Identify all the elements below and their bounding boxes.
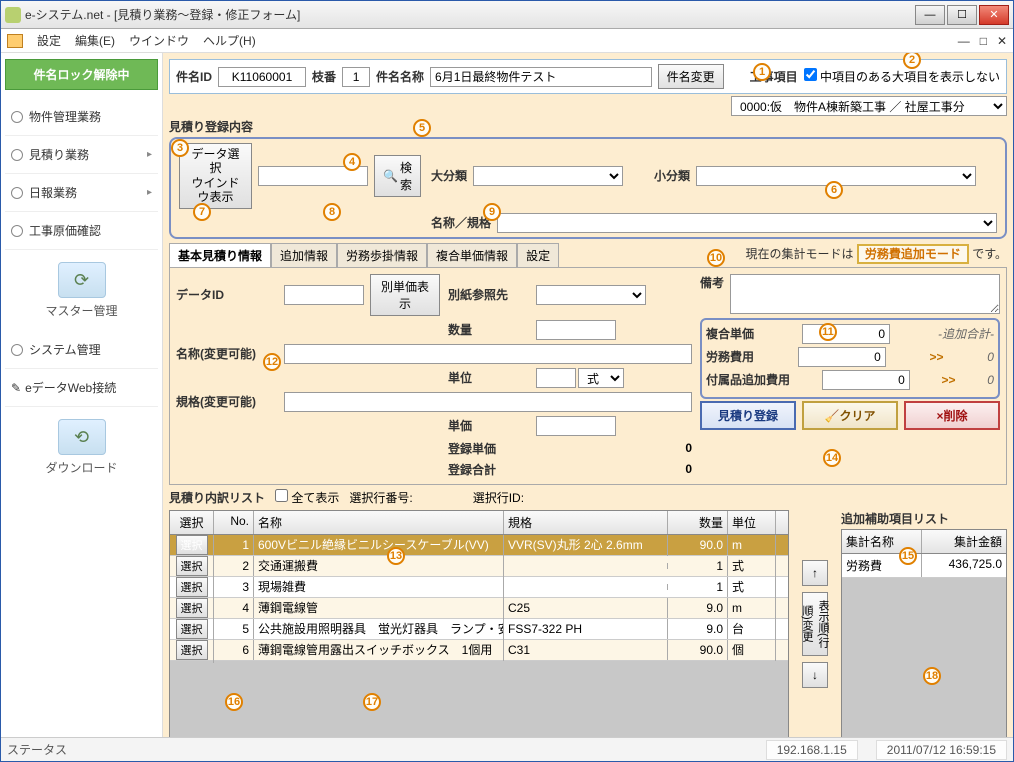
minimize-button[interactable]: — <box>915 5 945 25</box>
nav-daily[interactable]: 日報業務▸ <box>5 174 158 212</box>
acc-value: 0 <box>822 370 910 390</box>
tab-comp[interactable]: 複合単価情報 <box>427 243 517 267</box>
nav-master[interactable]: ⟳マスター管理 <box>5 250 158 331</box>
branch-input[interactable] <box>342 67 370 87</box>
lock-toggle-button[interactable]: 件名ロック解除中 <box>5 59 158 90</box>
major-select[interactable] <box>473 166 623 186</box>
menu-settings[interactable]: 設定 <box>37 32 61 49</box>
move-down-button[interactable]: ↓ <box>802 662 828 688</box>
rename-button[interactable]: 件名変更 <box>658 64 724 89</box>
tab-labor[interactable]: 労務歩掛情報 <box>337 243 427 267</box>
status-ts: 2011/07/12 16:59:15 <box>876 740 1007 760</box>
app-small-icon <box>7 34 23 48</box>
detail-table: 選択 No. 名称 規格 数量 単位 選択1600Vビニル絶縁ビニルシースケーブ… <box>169 510 789 737</box>
bettanka-button[interactable]: 別単価表示 <box>370 274 440 316</box>
price-box: 複合単価0-追加合計- 労務費用0>>0 付属品追加費用0>>0 <box>700 318 1000 399</box>
table-row[interactable]: 選択2交通運搬費1式 <box>170 556 788 577</box>
unit-input[interactable] <box>536 368 576 388</box>
delete-button[interactable]: ×削除 <box>904 401 1000 430</box>
tab-settings[interactable]: 設定 <box>517 243 559 267</box>
master-icon: ⟳ <box>58 262 106 298</box>
mdi-close-icon[interactable]: ✕ <box>997 34 1007 48</box>
search-icon: 🔍 <box>383 169 398 183</box>
rlist-title: 追加補助項目リスト <box>841 510 1007 527</box>
branch-label: 枝番 <box>312 68 336 85</box>
tab-basic[interactable]: 基本見積り情報 <box>169 243 271 267</box>
nav-property[interactable]: 物件管理業務 <box>5 98 158 136</box>
select-row-button[interactable]: 選択 <box>176 577 208 597</box>
kouji-select[interactable]: 0000:仮 物件A棟新築工事 ／ 社屋工事分 <box>731 96 1007 116</box>
list-title: 見積り内訳リスト <box>169 489 265 506</box>
data-select-button[interactable]: データ選択ウインドウ表示 <box>179 143 252 209</box>
titlebar: e-システム.net - [見積り業務～登録・修正フォーム] — ☐ ✕ <box>1 1 1013 29</box>
move-up-button[interactable]: ↑ <box>802 560 828 586</box>
kouji-label: 工事項目 <box>750 68 798 85</box>
reg-tanka-value: 0 <box>536 441 692 455</box>
mdi-minimize-icon[interactable]: — <box>958 34 970 48</box>
id-label: 件名ID <box>176 68 212 85</box>
select-row-button[interactable]: 選択 <box>176 619 208 639</box>
reg-head: 見積り登録内容 <box>169 118 1007 135</box>
menubar: 設定 編集(E) ウインドウ ヘルプ(H) — □ ✕ <box>1 29 1013 53</box>
select-row-button[interactable]: 選択 <box>176 535 208 555</box>
table-row[interactable]: 選択6薄鋼電線管用露出スイッチボックス 1個用 1方出C3190.0個 <box>170 640 788 661</box>
close-button[interactable]: ✕ <box>979 5 1009 25</box>
download-icon: ⟲ <box>58 419 106 455</box>
name-input[interactable] <box>430 67 652 87</box>
mdi-restore-icon[interactable]: □ <box>980 34 987 48</box>
main-panel: 件名ID 枝番 件名名称 件名変更 工事項目 中項目のある大項目を表示しない 0… <box>163 53 1013 737</box>
menu-window[interactable]: ウインドウ <box>129 32 189 49</box>
spec-edit-input[interactable] <box>284 392 692 412</box>
status-ip: 192.168.1.15 <box>766 740 858 760</box>
nav-cost[interactable]: 工事原価確認 <box>5 212 158 250</box>
clear-button[interactable]: 🧹クリア <box>802 401 898 430</box>
menu-help[interactable]: ヘルプ(H) <box>203 32 256 49</box>
menu-edit[interactable]: 編集(E) <box>75 32 115 49</box>
bessan-select[interactable] <box>536 285 646 305</box>
name-label: 件名名称 <box>376 68 424 85</box>
sidebar: 件名ロック解除中 物件管理業務 見積り業務▸ 日報業務▸ 工事原価確認 ⟳マスタ… <box>1 53 163 737</box>
status-label: ステータス <box>7 741 67 758</box>
spec-select[interactable] <box>497 213 997 233</box>
table-row[interactable]: 選択3現場雑費1式 <box>170 577 788 598</box>
table-row[interactable]: 選択5公共施設用照明器具 蛍光灯器具 ランプ・安定器込FSS7-322 PH9.… <box>170 619 788 640</box>
aux-table: 集計名称集計金額 労務費436,725.0 <box>841 529 1007 737</box>
reorder-button[interactable]: 表示順(行順)変更 <box>802 592 828 656</box>
unit-select[interactable]: 式 <box>578 368 624 388</box>
register-button[interactable]: 見積り登録 <box>700 401 796 430</box>
select-row-button[interactable]: 選択 <box>176 598 208 618</box>
filter-text-input[interactable] <box>258 166 368 186</box>
topbar: 件名ID 枝番 件名名称 件名変更 工事項目 中項目のある大項目を表示しない <box>169 59 1007 94</box>
select-row-button[interactable]: 選択 <box>176 640 208 660</box>
biko-textarea[interactable] <box>730 274 1000 314</box>
filter-panel: データ選択ウインドウ表示 🔍検索 大分類 小分類 名称／規格 <box>169 137 1007 239</box>
tab-body: データID 別単価表示 別紙参照先 数量 名称(変更可能) 単位 式 <box>169 267 1007 485</box>
qty-input[interactable] <box>536 320 616 340</box>
select-row-button[interactable]: 選択 <box>176 556 208 576</box>
maximize-button[interactable]: ☐ <box>947 5 977 25</box>
data-id-input[interactable] <box>284 285 364 305</box>
comp-value: 0 <box>802 324 890 344</box>
tabs: 基本見積り情報 追加情報 労務歩掛情報 複合単価情報 設定 <box>169 243 559 267</box>
app-icon <box>5 7 21 23</box>
nav-download[interactable]: ⟲ダウンロード <box>5 407 158 488</box>
labor-value: 0 <box>798 347 886 367</box>
nav-edata[interactable]: ✎ eデータWeb接続 <box>5 369 158 407</box>
statusbar: ステータス 192.168.1.15 2011/07/12 16:59:15 <box>1 737 1013 761</box>
search-button[interactable]: 🔍検索 <box>374 155 421 197</box>
minor-select[interactable] <box>696 166 976 186</box>
table-row[interactable]: 選択1600Vビニル絶縁ビニルシースケーブル(VV)VVR(SV)丸形 2心 2… <box>170 535 788 556</box>
table-row[interactable]: 選択4薄鋼電線管C259.0m <box>170 598 788 619</box>
nav-estimate[interactable]: 見積り業務▸ <box>5 136 158 174</box>
tab-add[interactable]: 追加情報 <box>271 243 337 267</box>
mode-indicator: 労務費追加モード <box>857 244 969 264</box>
all-show-checkbox[interactable]: 全て表示 <box>275 489 339 506</box>
window-title: e-システム.net - [見積り業務～登録・修正フォーム] <box>25 6 300 23</box>
name-edit-input[interactable] <box>284 344 692 364</box>
tanka-input[interactable] <box>536 416 616 436</box>
hide-middle-checkbox[interactable]: 中項目のある大項目を表示しない <box>804 68 1000 85</box>
id-input[interactable] <box>218 67 306 87</box>
reg-total-value: 0 <box>536 462 692 476</box>
nav-system[interactable]: システム管理 <box>5 331 158 369</box>
